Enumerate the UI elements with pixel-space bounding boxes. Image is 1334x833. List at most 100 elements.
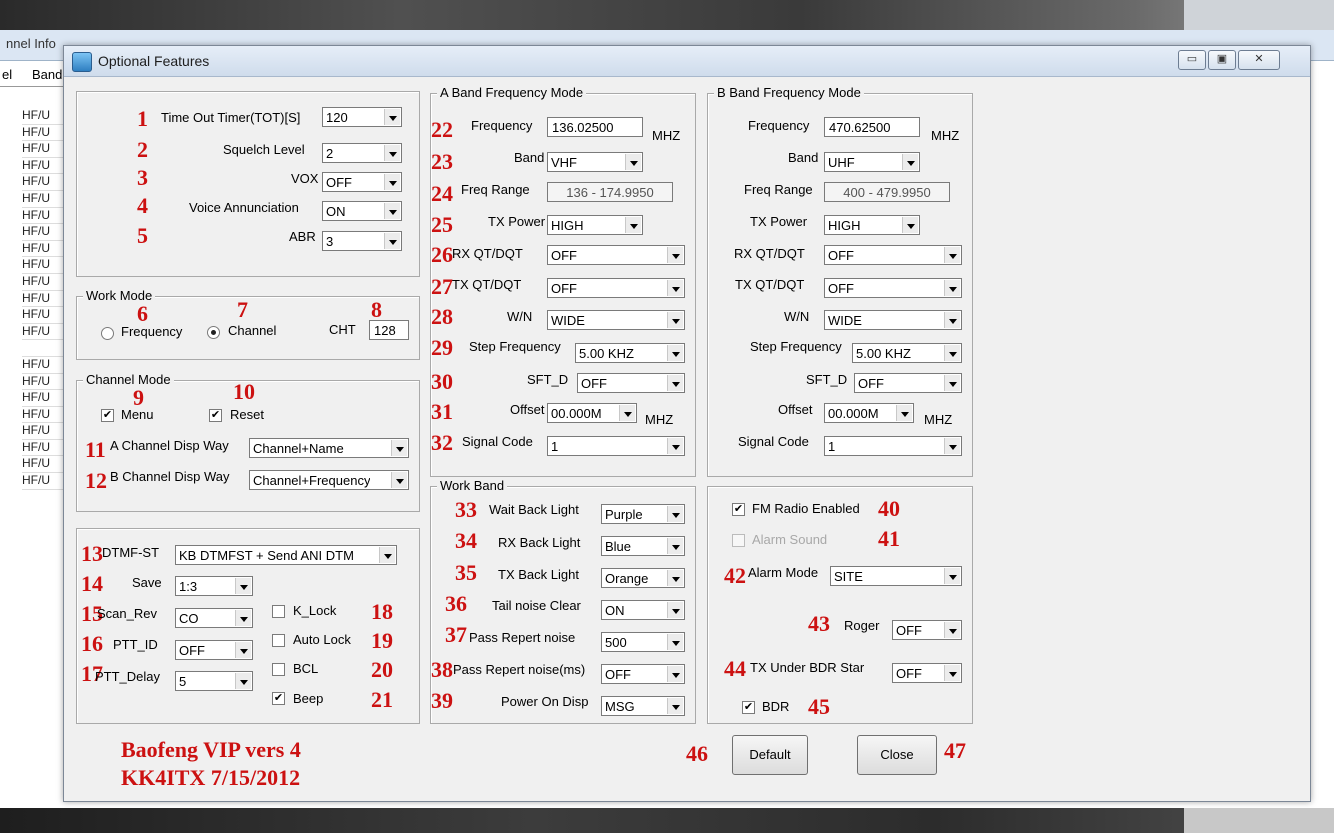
voice-annunciation-select[interactable]: ON [322, 201, 402, 221]
tx-back-light-select[interactable]: Orange [601, 568, 685, 588]
frequency-radio[interactable] [101, 327, 114, 340]
b-sftd-select[interactable]: OFF [854, 373, 962, 393]
reset-checkbox[interactable]: ✔ [209, 409, 222, 422]
tot-select[interactable]: 120 [322, 107, 402, 127]
a-tx-qt-select[interactable]: OFF [547, 278, 685, 298]
a-band-select[interactable]: VHF [547, 152, 643, 172]
table-row[interactable]: HF/U [22, 141, 64, 158]
a-rx-qt-select[interactable]: OFF [547, 245, 685, 265]
chevron-down-icon[interactable] [667, 312, 683, 328]
chevron-down-icon[interactable] [625, 217, 641, 233]
table-row[interactable]: HF/U [22, 407, 64, 424]
channel-radio[interactable] [207, 326, 220, 339]
vox-select[interactable]: OFF [322, 172, 402, 192]
table-row[interactable]: HF/U [22, 324, 64, 341]
chevron-down-icon[interactable] [235, 610, 251, 626]
table-row[interactable]: HF/U [22, 440, 64, 457]
beep-checkbox[interactable]: ✔ [272, 692, 285, 705]
table-row[interactable]: HF/U [22, 423, 64, 440]
table-row[interactable]: HF/U [22, 357, 64, 374]
chevron-down-icon[interactable] [667, 634, 683, 650]
table-row[interactable]: HF/U [22, 208, 64, 225]
chevron-down-icon[interactable] [944, 568, 960, 584]
chevron-down-icon[interactable] [384, 233, 400, 249]
chevron-down-icon[interactable] [944, 345, 960, 361]
chevron-down-icon[interactable] [902, 217, 918, 233]
b-tx-qt-select[interactable]: OFF [824, 278, 962, 298]
table-row[interactable]: HF/U [22, 307, 64, 324]
a-tx-power-select[interactable]: HIGH [547, 215, 643, 235]
chevron-down-icon[interactable] [944, 375, 960, 391]
abr-select[interactable]: 3 [322, 231, 402, 251]
table-row[interactable]: HF/U [22, 390, 64, 407]
chevron-down-icon[interactable] [944, 280, 960, 296]
table-row[interactable]: HF/U [22, 108, 64, 125]
b-frequency-input[interactable]: 470.62500 [824, 117, 920, 137]
table-row[interactable]: HF/U [22, 241, 64, 258]
a-wn-select[interactable]: WIDE [547, 310, 685, 330]
chevron-down-icon[interactable] [944, 622, 960, 638]
chevron-down-icon[interactable] [944, 665, 960, 681]
table-row[interactable]: HF/U [22, 224, 64, 241]
menu-checkbox[interactable]: ✔ [101, 409, 114, 422]
alarm-mode-select[interactable]: SITE [830, 566, 962, 586]
default-button[interactable]: Default [732, 735, 808, 775]
b-offset-select[interactable]: 00.000M [824, 403, 914, 423]
bcl-checkbox[interactable] [272, 663, 285, 676]
b-channel-disp-select[interactable]: Channel+Frequency [249, 470, 409, 490]
pass-repert-noise-ms-select[interactable]: OFF [601, 664, 685, 684]
chevron-down-icon[interactable] [667, 438, 683, 454]
chevron-down-icon[interactable] [384, 145, 400, 161]
a-offset-select[interactable]: 00.000M [547, 403, 637, 423]
chevron-down-icon[interactable] [902, 154, 918, 170]
column-header-band[interactable]: Band [32, 67, 62, 82]
scan-rev-select[interactable]: CO [175, 608, 253, 628]
b-step-select[interactable]: 5.00 KHZ [852, 343, 962, 363]
minimize-button[interactable]: ▭ [1178, 50, 1206, 70]
b-tx-power-select[interactable]: HIGH [824, 215, 920, 235]
table-row[interactable]: HF/U [22, 191, 64, 208]
auto-lock-checkbox[interactable] [272, 634, 285, 647]
chevron-down-icon[interactable] [667, 280, 683, 296]
chevron-down-icon[interactable] [667, 570, 683, 586]
cht-input[interactable]: 128 [369, 320, 409, 340]
close-button[interactable]: Close [857, 735, 937, 775]
rx-back-light-select[interactable]: Blue [601, 536, 685, 556]
table-row[interactable]: HF/U [22, 291, 64, 308]
pass-repert-noise-select[interactable]: 500 [601, 632, 685, 652]
a-sftd-select[interactable]: OFF [577, 373, 685, 393]
chevron-down-icon[interactable] [391, 440, 407, 456]
tail-noise-clear-select[interactable]: ON [601, 600, 685, 620]
chevron-down-icon[interactable] [391, 472, 407, 488]
klock-checkbox[interactable] [272, 605, 285, 618]
chevron-down-icon[interactable] [667, 538, 683, 554]
a-step-select[interactable]: 5.00 KHZ [575, 343, 685, 363]
fm-radio-checkbox[interactable]: ✔ [732, 503, 745, 516]
chevron-down-icon[interactable] [667, 506, 683, 522]
table-row[interactable]: HF/U [22, 473, 64, 490]
dtmf-select[interactable]: KB DTMFST + Send ANI DTM [175, 545, 397, 565]
squelch-select[interactable]: 2 [322, 143, 402, 163]
chevron-down-icon[interactable] [384, 109, 400, 125]
dialog-titlebar[interactable]: Optional Features ▭ ▣ ✕ [64, 46, 1310, 77]
column-header-channel[interactable]: el [2, 67, 12, 82]
chevron-down-icon[interactable] [944, 312, 960, 328]
b-band-select[interactable]: UHF [824, 152, 920, 172]
table-row[interactable]: HF/U [22, 257, 64, 274]
a-channel-disp-select[interactable]: Channel+Name [249, 438, 409, 458]
roger-select[interactable]: OFF [892, 620, 962, 640]
wait-back-light-select[interactable]: Purple [601, 504, 685, 524]
chevron-down-icon[interactable] [667, 666, 683, 682]
chevron-down-icon[interactable] [379, 547, 395, 563]
chevron-down-icon[interactable] [667, 602, 683, 618]
ptt-delay-select[interactable]: 5 [175, 671, 253, 691]
table-row[interactable]: HF/U [22, 274, 64, 291]
table-row[interactable]: HF/U [22, 125, 64, 142]
chevron-down-icon[interactable] [384, 174, 400, 190]
chevron-down-icon[interactable] [667, 698, 683, 714]
chevron-down-icon[interactable] [944, 247, 960, 263]
chevron-down-icon[interactable] [667, 375, 683, 391]
power-on-disp-select[interactable]: MSG [601, 696, 685, 716]
table-row[interactable]: HF/U [22, 374, 64, 391]
table-row[interactable]: HF/U [22, 456, 64, 474]
